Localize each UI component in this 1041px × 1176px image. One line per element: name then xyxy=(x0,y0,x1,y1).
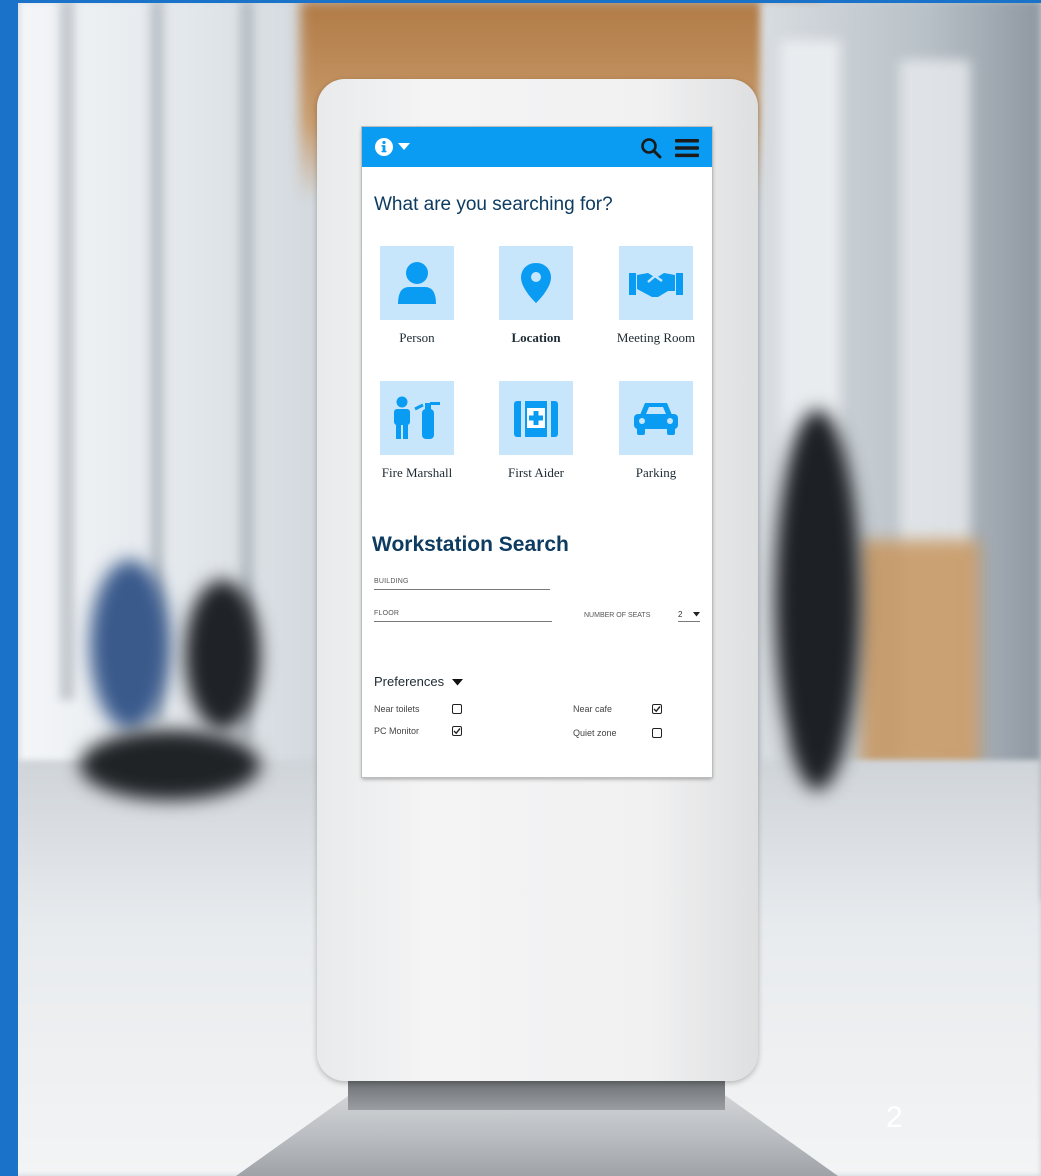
seated-person xyxy=(185,580,260,730)
left-accent-strip xyxy=(0,0,18,1176)
tile-label: Fire Marshall xyxy=(381,465,453,480)
seats-select[interactable]: 2 xyxy=(678,608,700,622)
chevron-down-icon[interactable] xyxy=(398,143,410,151)
tile-box xyxy=(380,246,454,320)
tile-parking[interactable]: Parking xyxy=(601,381,711,481)
seated-person xyxy=(90,560,170,730)
top-accent-strip xyxy=(0,0,1041,3)
tile-person[interactable]: Person xyxy=(362,246,472,346)
tile-box xyxy=(619,246,693,320)
fire-extinguisher-icon xyxy=(394,396,440,439)
search-icon[interactable] xyxy=(640,137,662,159)
tile-fire-marshall[interactable]: Fire Marshall xyxy=(362,381,472,481)
checkbox-near-cafe[interactable] xyxy=(652,704,662,714)
info-circle-icon[interactable] xyxy=(374,137,394,157)
hamburger-menu-icon[interactable] xyxy=(674,137,700,159)
tile-box xyxy=(619,381,693,455)
tile-box xyxy=(499,246,573,320)
map-pin-icon xyxy=(521,263,551,303)
pref-label-pc-monitor: PC Monitor xyxy=(374,726,420,736)
chevron-down-icon[interactable] xyxy=(452,679,463,686)
check-icon xyxy=(653,706,661,713)
app-bar xyxy=(362,127,712,167)
kiosk-screen: What are you searching for? Person Locat… xyxy=(362,127,712,777)
wooden-panel xyxy=(860,540,980,770)
pref-label-near-cafe: Near cafe xyxy=(573,704,613,714)
chevron-down-icon xyxy=(693,612,700,617)
car-icon xyxy=(634,403,678,435)
handshake-icon xyxy=(629,273,683,297)
check-icon xyxy=(453,728,461,735)
search-heading: What are you searching for? xyxy=(374,194,613,215)
checkbox-pc-monitor[interactable] xyxy=(452,726,462,736)
pref-label-near-toilets: Near toilets xyxy=(374,704,420,714)
tile-box xyxy=(499,381,573,455)
tile-meeting-room[interactable]: Meeting Room xyxy=(601,246,711,346)
chair xyxy=(80,730,260,800)
pref-label-quiet-zone: Quiet zone xyxy=(573,728,617,738)
tile-first-aider[interactable]: First Aider xyxy=(481,381,591,481)
floor-field[interactable]: FLOOR xyxy=(374,606,552,622)
window-mullion xyxy=(60,0,74,700)
workstation-heading: Workstation Search xyxy=(372,533,569,556)
tile-label: Person xyxy=(399,330,435,345)
kiosk-neck xyxy=(348,1080,725,1110)
tile-label: Location xyxy=(511,330,561,345)
seats-label: NUMBER OF SEATS xyxy=(584,612,651,619)
checkbox-quiet-zone[interactable] xyxy=(652,728,662,738)
tile-label: First Aider xyxy=(508,465,564,480)
tile-box xyxy=(380,381,454,455)
first-aid-kit-icon xyxy=(514,401,558,437)
tile-label: Parking xyxy=(635,465,677,480)
slide-number: 2 xyxy=(886,1101,903,1134)
checkbox-near-toilets[interactable] xyxy=(452,704,462,714)
tile-label: Meeting Room xyxy=(616,330,696,345)
tile-location[interactable]: Location xyxy=(481,246,591,346)
seats-value: 2 xyxy=(678,610,683,619)
person-icon xyxy=(398,262,436,304)
preferences-toggle[interactable]: Preferences xyxy=(374,673,444,691)
standing-person xyxy=(775,410,860,790)
building-field[interactable]: BUILDING xyxy=(374,574,550,590)
